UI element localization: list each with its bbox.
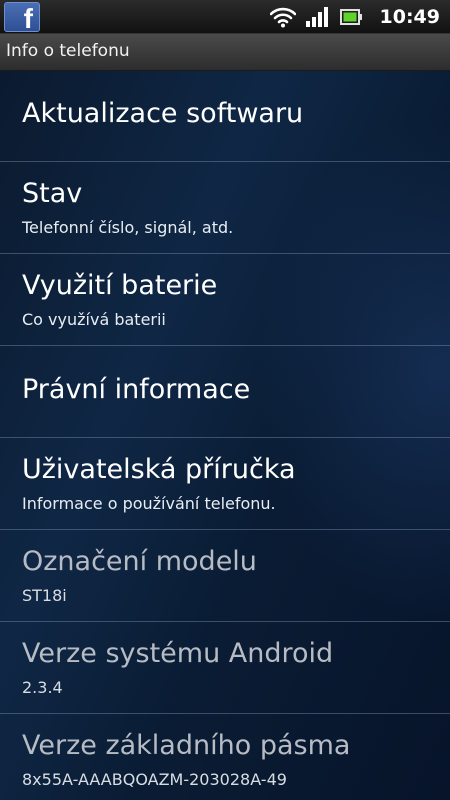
title-bar: Info o telefonu	[0, 34, 450, 71]
list-item-value: 2.3.4	[22, 678, 63, 697]
list-item-software-update[interactable]: Aktualizace softwaru	[0, 71, 450, 162]
list-item-title: Stav	[22, 178, 83, 209]
battery-icon	[339, 9, 362, 25]
list-item-title: Aktualizace softwaru	[22, 98, 304, 129]
wifi-icon	[269, 7, 296, 28]
list-item-value: 8x55A-AAABQOAZM-203028A-49	[22, 770, 287, 789]
list-item-value: ST18i	[22, 586, 67, 605]
facebook-icon[interactable]: f	[4, 2, 40, 32]
list-item-title: Verze systému Android	[22, 638, 334, 669]
status-clock: 10:49	[379, 6, 440, 28]
list-item-subtitle: Telefonní číslo, signál, atd.	[22, 218, 234, 237]
list-item-status[interactable]: Stav Telefonní číslo, signál, atd.	[0, 162, 450, 254]
status-bar[interactable]: f 10:49	[0, 0, 450, 34]
list-item-baseband-version: Verze základního pásma 8x55A-AAABQOAZM-2…	[0, 714, 450, 800]
list-item-title: Právní informace	[22, 374, 251, 405]
list-item-title: Označení modelu	[22, 546, 257, 577]
signal-icon	[305, 7, 328, 27]
page-title: Info o telefonu	[6, 41, 130, 61]
list-item-subtitle: Co využívá baterii	[22, 310, 166, 329]
list-item-android-version: Verze systému Android 2.3.4	[0, 622, 450, 714]
list-item-legal-info[interactable]: Právní informace	[0, 346, 450, 438]
list-item-title: Verze základního pásma	[22, 730, 351, 761]
list-item-title: Uživatelská příručka	[22, 454, 296, 485]
status-icons: 10:49	[269, 0, 450, 34]
list-item-model-number: Označení modelu ST18i	[0, 530, 450, 622]
list-item-subtitle: Informace o používání telefonu.	[22, 494, 276, 513]
list-item-battery-use[interactable]: Využití baterie Co využívá baterii	[0, 254, 450, 346]
list-item-title: Využití baterie	[22, 270, 218, 301]
settings-list[interactable]: Aktualizace softwaru Stav Telefonní čísl…	[0, 71, 450, 800]
list-item-user-guide[interactable]: Uživatelská příručka Informace o používá…	[0, 438, 450, 530]
